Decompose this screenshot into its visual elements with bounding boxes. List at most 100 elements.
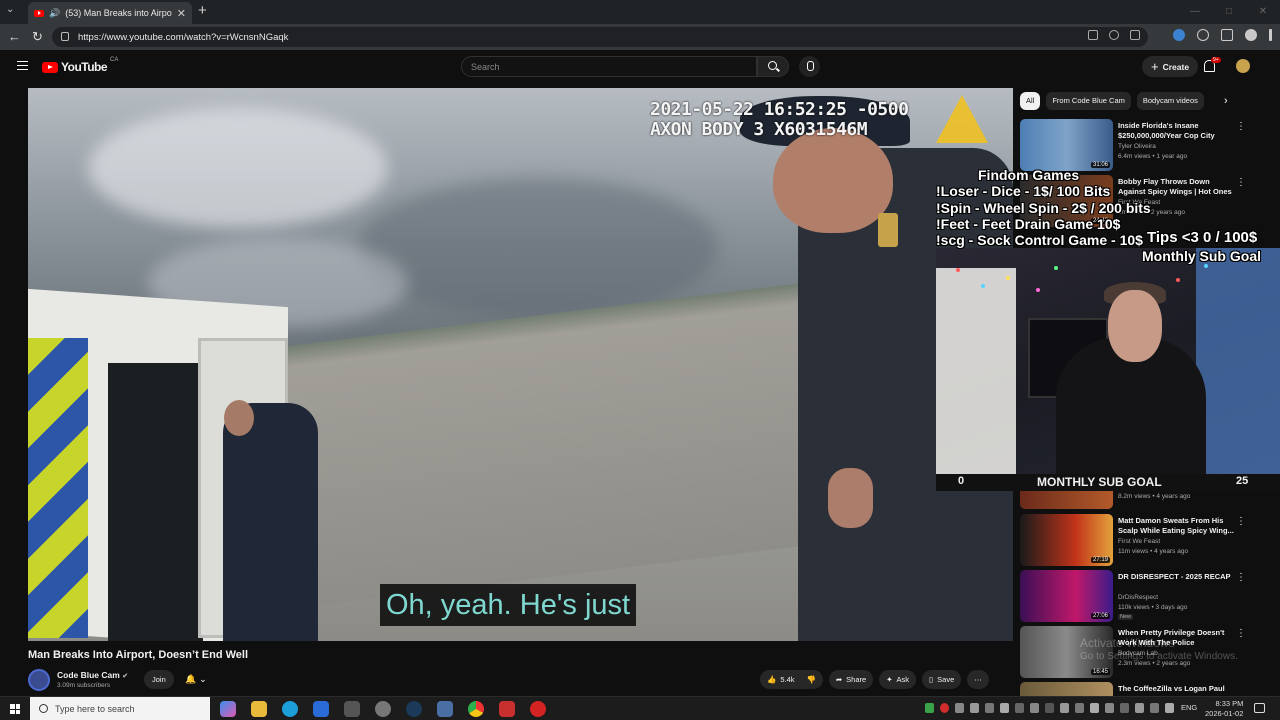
search-button[interactable] — [757, 56, 789, 77]
tray-icon[interactable] — [940, 703, 949, 713]
rec-channel[interactable]: Tyler Oliveira — [1118, 143, 1156, 150]
app-icon[interactable] — [1088, 30, 1098, 40]
steam-icon[interactable] — [406, 701, 422, 717]
video-thumbnail[interactable]: 27:19 — [1020, 514, 1113, 566]
tray-icon[interactable] — [1105, 703, 1114, 713]
tray-icon[interactable] — [925, 703, 934, 713]
menu-icon[interactable] — [17, 61, 28, 70]
share-label: Share — [846, 675, 867, 684]
chip-all[interactable]: All — [1020, 92, 1041, 110]
subscription-bell-icon[interactable]: 🔔 ⌄ — [179, 670, 213, 689]
rec-meta: 110k views • 3 days ago — [1118, 604, 1188, 611]
url-field[interactable]: https://www.youtube.com/watch?v=rWcnsnNG… — [52, 27, 1148, 47]
close-tab-icon[interactable]: ✕ — [177, 7, 186, 20]
browser-menu-icon[interactable] — [1269, 29, 1272, 41]
sub-goal-bar: 0 MONTHLY SUB GOAL 25 — [936, 474, 1280, 491]
tray-icon[interactable] — [970, 703, 979, 713]
taskbar-clock[interactable]: 8:33 PM 2026-01-02 — [1205, 699, 1243, 719]
tray-icon[interactable] — [1165, 703, 1174, 713]
extension-icon[interactable] — [1173, 29, 1185, 41]
more-options-icon[interactable]: ⋮ — [1236, 121, 1246, 132]
edge-icon[interactable] — [282, 701, 298, 717]
chip-bodycam[interactable]: Bodycam videos — [1136, 92, 1204, 110]
goal-end: 25 — [1236, 475, 1249, 487]
ask-button[interactable]: ✦ Ask — [879, 670, 916, 689]
tray-icon[interactable] — [1150, 703, 1159, 713]
list-item[interactable]: The CoffeeZilla vs Logan Paul — [1020, 682, 1260, 696]
copilot-icon[interactable] — [220, 701, 236, 717]
channel-avatar[interactable] — [28, 669, 50, 691]
taskbar-search-input[interactable]: Type here to search — [30, 697, 210, 720]
rec-title[interactable]: DR DISRESPECT - 2025 RECAP — [1118, 572, 1238, 582]
voice-search-mic-icon[interactable] — [799, 56, 820, 77]
channel-name[interactable]: Code Blue Cam ✔ — [57, 670, 128, 680]
more-options-icon[interactable]: ⋮ — [1236, 516, 1246, 527]
file-explorer-icon[interactable] — [251, 701, 267, 717]
search-input[interactable]: Search — [461, 56, 757, 77]
recording-icon[interactable] — [530, 701, 546, 717]
create-button[interactable]: + Create — [1142, 56, 1199, 77]
join-button[interactable]: Join — [144, 670, 174, 689]
tray-icon[interactable] — [1045, 703, 1054, 713]
windows-start-icon[interactable] — [10, 704, 20, 714]
tab-search-icon[interactable]: ⌄ — [6, 4, 14, 15]
tray-icon[interactable] — [1120, 703, 1129, 713]
tray-icon[interactable] — [1060, 703, 1069, 713]
save-button[interactable]: ▯ Save — [922, 670, 962, 689]
tray-icon[interactable] — [1075, 703, 1084, 713]
bookmark-star-icon[interactable] — [1130, 30, 1140, 40]
vpn-icon[interactable] — [313, 701, 329, 717]
video-thumbnail[interactable] — [1020, 491, 1113, 509]
tray-icon[interactable] — [1015, 703, 1024, 713]
zoom-icon[interactable] — [1109, 30, 1119, 40]
profile-avatar[interactable] — [1245, 29, 1257, 41]
language-indicator[interactable]: ENG — [1181, 703, 1197, 712]
chevron-right-icon[interactable]: › — [1224, 95, 1228, 107]
settings-gear-icon[interactable] — [375, 701, 391, 717]
tray-icon[interactable] — [955, 703, 964, 713]
rec-title[interactable]: The CoffeeZilla vs Logan Paul — [1118, 684, 1238, 694]
notification-center-icon[interactable] — [1254, 703, 1265, 713]
tray-icon[interactable] — [1135, 703, 1144, 713]
tray-icon[interactable] — [1090, 703, 1099, 713]
tray-icon[interactable] — [985, 703, 994, 713]
more-actions-icon[interactable]: ⋯ — [967, 670, 989, 689]
extension-icon[interactable] — [1197, 29, 1209, 41]
thumbs-down-icon[interactable]: 👎 — [807, 670, 816, 689]
minimize-icon[interactable]: — — [1178, 0, 1212, 22]
game-icon[interactable] — [499, 701, 515, 717]
close-window-icon[interactable]: ✕ — [1246, 0, 1280, 22]
youtube-header: YouTube CA Search + Create 9+ — [0, 50, 1280, 84]
new-tab-button[interactable]: + — [198, 2, 207, 19]
tray-icon[interactable] — [1030, 703, 1039, 713]
calculator-icon[interactable] — [344, 701, 360, 717]
site-info-icon[interactable] — [61, 32, 69, 41]
reload-icon[interactable]: ↻ — [32, 29, 43, 45]
chip-from-channel[interactable]: From Code Blue Cam — [1046, 92, 1131, 110]
rec-title[interactable]: Matt Damon Sweats From His Scalp While E… — [1118, 516, 1238, 536]
notepad-icon[interactable] — [437, 701, 453, 717]
video-thumbnail[interactable]: 31:06 — [1020, 119, 1113, 171]
video-player[interactable]: 2021-05-22 16:52:25 -0500 AXON BODY 3 X6… — [28, 88, 1013, 641]
maximize-icon[interactable]: □ — [1212, 0, 1246, 22]
rec-channel[interactable]: First We Feast — [1118, 538, 1160, 545]
share-button[interactable]: ➦ Share — [828, 670, 874, 689]
rec-channel[interactable]: DrDisRespect — [1118, 594, 1158, 601]
back-icon[interactable]: ← — [8, 29, 21, 44]
youtube-logo[interactable]: YouTube CA — [42, 57, 118, 74]
speaker-icon[interactable]: 🔊 — [49, 8, 60, 19]
extensions-puzzle-icon[interactable] — [1221, 29, 1233, 41]
video-thumbnail[interactable] — [1020, 682, 1113, 696]
chrome-icon[interactable] — [468, 701, 484, 717]
video-thumbnail[interactable]: 27:06 — [1020, 570, 1113, 622]
list-item[interactable]: 27:19 Matt Damon Sweats From His Scalp W… — [1020, 514, 1260, 566]
more-options-icon[interactable]: ⋮ — [1236, 177, 1246, 188]
like-button[interactable]: 👍 5.4k 👎 — [760, 670, 823, 689]
account-avatar[interactable] — [1236, 59, 1250, 73]
more-options-icon[interactable]: ⋮ — [1236, 572, 1246, 583]
list-item[interactable]: 27:06 DR DISRESPECT - 2025 RECAP DrDisRe… — [1020, 570, 1260, 622]
rec-title[interactable]: Inside Florida's Insane $250,000,000/Yea… — [1118, 121, 1238, 141]
browser-tab[interactable]: 🔊 (53) Man Breaks into Airport ✕ — [28, 2, 192, 24]
list-item[interactable]: 31:06 Inside Florida's Insane $250,000,0… — [1020, 119, 1260, 171]
tray-icon[interactable] — [1000, 703, 1009, 713]
